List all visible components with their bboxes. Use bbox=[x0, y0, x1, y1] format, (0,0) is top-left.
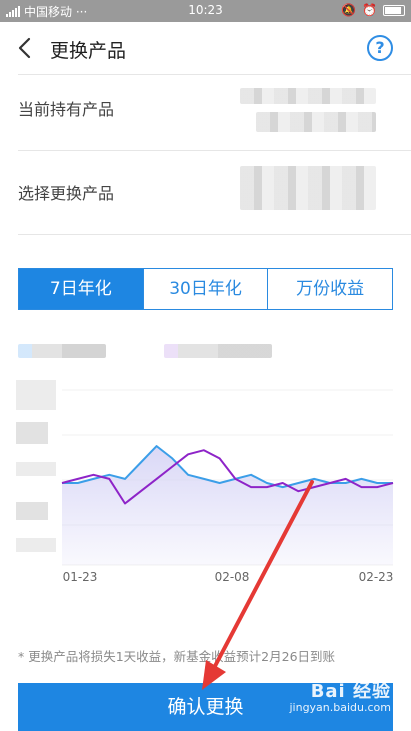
x-tick-label: 02-08 bbox=[215, 570, 250, 584]
status-right: 🔕 ⏰ bbox=[341, 3, 405, 17]
current-product-blurred-2 bbox=[256, 112, 376, 132]
current-product-blurred bbox=[240, 88, 376, 104]
status-bar: 中国移动 ··· 10:23 🔕 ⏰ bbox=[0, 0, 411, 22]
y-axis-label-blurred bbox=[16, 502, 48, 520]
select-product-blurred[interactable] bbox=[240, 166, 376, 210]
watermark: Bai 经验 jingyan.baidu.com bbox=[289, 681, 391, 716]
select-product-label: 选择更换产品 bbox=[18, 184, 115, 203]
current-product-label: 当前持有产品 bbox=[18, 100, 115, 119]
nav-bar: 更换产品 ? bbox=[0, 22, 411, 74]
period-tabs: 7日年化 30日年化 万份收益 bbox=[18, 268, 393, 310]
tab-per-10k[interactable]: 万份收益 bbox=[267, 269, 393, 309]
back-arrow-icon[interactable] bbox=[12, 34, 40, 62]
row-divider-1 bbox=[18, 150, 411, 151]
watermark-brand: Bai 经验 bbox=[310, 681, 391, 702]
legend-series-1-blurred bbox=[18, 344, 106, 358]
help-icon[interactable]: ? bbox=[367, 35, 393, 61]
series-area bbox=[62, 446, 393, 565]
watermark-url: jingyan.baidu.com bbox=[289, 701, 391, 714]
row-divider-2 bbox=[18, 234, 411, 235]
y-axis-label-blurred bbox=[16, 422, 48, 444]
battery-icon bbox=[383, 4, 405, 16]
legend-series-2-blurred bbox=[164, 344, 272, 358]
alarm-icon: ⏰ bbox=[362, 3, 377, 17]
y-axis-label-blurred bbox=[16, 380, 56, 410]
y-axis-label-blurred bbox=[16, 462, 56, 476]
x-tick-label: 02-23 bbox=[359, 570, 394, 584]
page-title: 更换产品 bbox=[50, 40, 127, 62]
y-axis-label-blurred bbox=[16, 538, 56, 552]
yield-chart: 01-23 02-08 02-23 bbox=[16, 380, 394, 584]
tab-30day[interactable]: 30日年化 bbox=[142, 269, 268, 309]
mute-icon: 🔕 bbox=[341, 3, 357, 17]
notice-text: * 更换产品将损失1天收益，新基金收益预计2月26日到账 bbox=[18, 649, 336, 664]
x-tick-label: 01-23 bbox=[63, 570, 98, 584]
tab-7day[interactable]: 7日年化 bbox=[19, 269, 143, 309]
nav-divider bbox=[18, 74, 411, 75]
